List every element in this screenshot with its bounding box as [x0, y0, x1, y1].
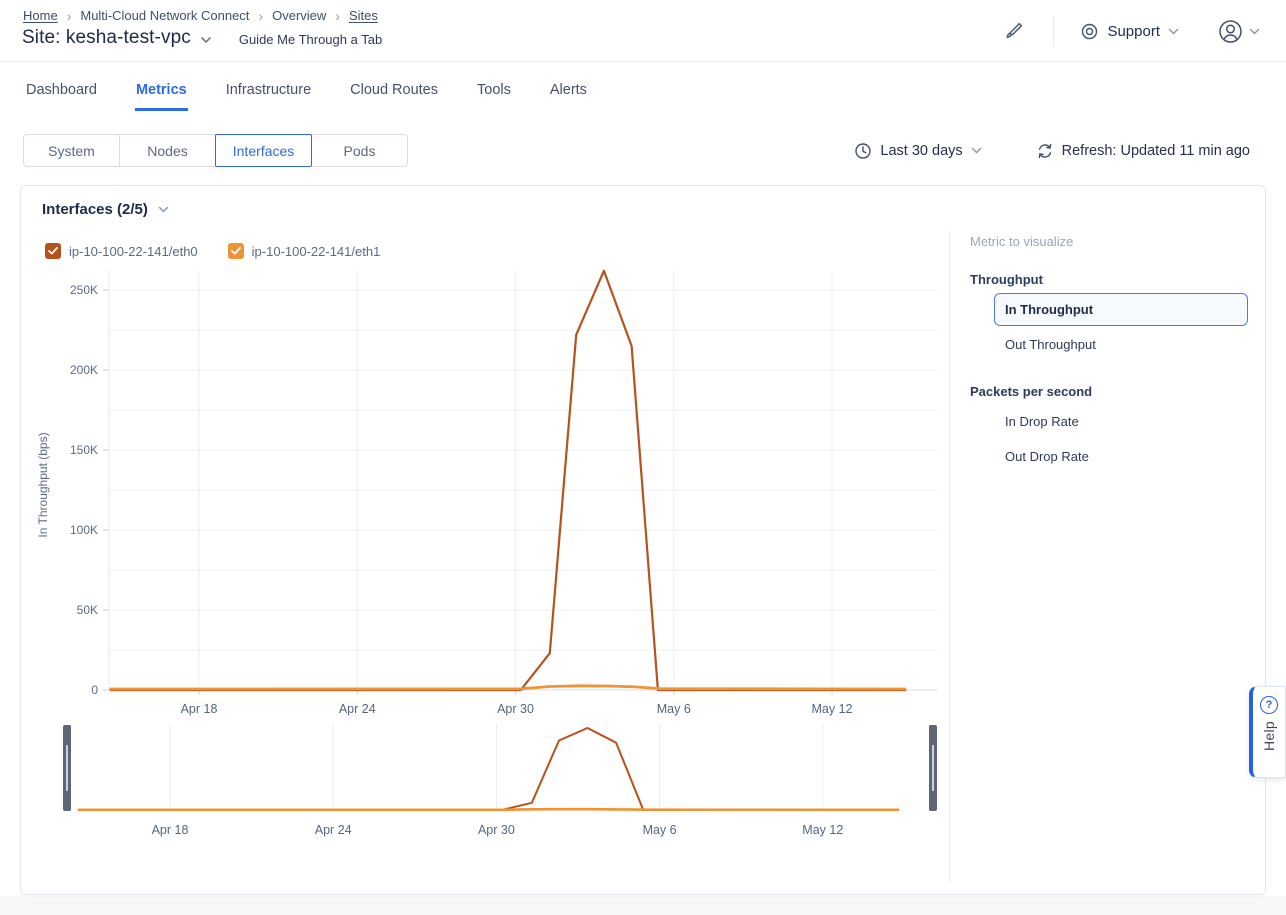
segment-pods[interactable]: Pods — [311, 134, 408, 167]
svg-text:May 6: May 6 — [657, 702, 691, 716]
metric-group-options: In Drop RateOut Drop Rate — [970, 405, 1260, 473]
tab-alerts[interactable]: Alerts — [549, 78, 588, 111]
help-label: Help — [1261, 721, 1277, 751]
tab-cloud-routes[interactable]: Cloud Routes — [349, 78, 439, 111]
account-menu-button[interactable] — [1211, 17, 1266, 46]
support-label: Support — [1107, 23, 1160, 40]
time-range-label: Last 30 days — [880, 143, 962, 159]
svg-text:Apr 24: Apr 24 — [339, 702, 376, 716]
guide-me-link[interactable]: Guide Me Through a Tab — [239, 32, 382, 47]
breadcrumb-item[interactable]: Overview — [272, 8, 326, 23]
svg-text:May 12: May 12 — [812, 702, 853, 716]
svg-text:Apr 18: Apr 18 — [152, 823, 189, 837]
card-title: Interfaces (2/5) — [42, 201, 148, 218]
breadcrumb-separator-icon: › — [258, 9, 263, 23]
overview-series-line-eth0 — [79, 728, 898, 810]
refresh-label: Refresh: Updated 11 min ago — [1062, 143, 1250, 159]
metrics-scope-segmented-control: SystemNodesInterfacesPods — [23, 134, 408, 167]
question-mark-icon: ? — [1260, 696, 1278, 714]
svg-text:50K: 50K — [77, 603, 98, 617]
time-range-chevron-down-icon — [971, 147, 982, 154]
breadcrumb-item[interactable]: Sites — [349, 8, 378, 23]
breadcrumb-separator-icon: › — [67, 9, 72, 23]
time-range-dropdown[interactable]: Last 30 days — [848, 141, 987, 161]
tab-dashboard[interactable]: Dashboard — [25, 78, 98, 111]
metric-option-out-drop-rate[interactable]: Out Drop Rate — [994, 440, 1248, 473]
help-button[interactable]: ? Help — [1249, 686, 1286, 778]
account-chevron-down-icon — [1249, 28, 1260, 35]
metric-option-in-throughput[interactable]: In Throughput — [994, 293, 1248, 326]
segment-interfaces[interactable]: Interfaces — [215, 134, 312, 167]
svg-text:200K: 200K — [70, 363, 98, 377]
legend-checkbox[interactable] — [45, 243, 61, 259]
svg-text:May 12: May 12 — [802, 823, 843, 837]
segment-nodes[interactable]: Nodes — [119, 134, 216, 167]
support-chevron-down-icon — [1168, 28, 1179, 35]
metric-option-out-throughput[interactable]: Out Throughput — [994, 328, 1248, 361]
svg-text:In Throughput (bps): In Throughput (bps) — [36, 432, 50, 537]
legend-checkbox[interactable] — [228, 243, 244, 259]
metric-group-heading: Throughput — [970, 272, 1260, 287]
legend-label: ip-10-100-22-141/eth0 — [69, 244, 198, 259]
metric-group-options: In ThroughputOut Throughput — [970, 293, 1260, 361]
svg-text:Apr 24: Apr 24 — [315, 823, 352, 837]
tab-tools[interactable]: Tools — [476, 78, 512, 111]
svg-text:100K: 100K — [70, 523, 98, 537]
svg-text:250K: 250K — [70, 283, 98, 297]
tab-infrastructure[interactable]: Infrastructure — [225, 78, 312, 111]
svg-text:0: 0 — [91, 683, 98, 697]
breadcrumb-item[interactable]: Multi-Cloud Network Connect — [80, 8, 249, 23]
breadcrumb-item[interactable]: Home — [23, 8, 58, 23]
legend-item[interactable]: ip-10-100-22-141/eth0 — [45, 243, 198, 259]
lifebuoy-icon — [1080, 22, 1099, 41]
legend-label: ip-10-100-22-141/eth1 — [252, 244, 381, 259]
site-selector-chevron-down-icon[interactable] — [200, 36, 212, 44]
clock-icon — [854, 142, 872, 160]
svg-text:150K: 150K — [70, 443, 98, 457]
refresh-button[interactable]: Refresh: Updated 11 min ago — [1030, 141, 1256, 161]
series-line-eth1 — [111, 686, 905, 689]
series-line-eth0 — [111, 271, 905, 690]
metric-option-in-drop-rate[interactable]: In Drop Rate — [994, 405, 1248, 438]
panel-divider — [949, 231, 950, 882]
tab-metrics[interactable]: Metrics — [135, 78, 188, 111]
interfaces-metrics-card: Interfaces (2/5) ip-10-100-22-141/eth0ip… — [20, 185, 1266, 895]
chart-overview-minimap[interactable]: Apr 18 Apr 24 Apr 30 May 6 May 12 — [31, 719, 946, 844]
metric-panel: Metric to visualize Throughput In Through… — [970, 234, 1260, 473]
breadcrumb-separator-icon: › — [335, 9, 340, 23]
page-title: Site: kesha-test-vpc — [22, 27, 191, 49]
svg-text:Apr 18: Apr 18 — [181, 702, 218, 716]
metric-group-heading: Packets per second — [970, 384, 1260, 399]
breadcrumb: Home › Multi-Cloud Network Connect › Overvie… — [23, 8, 378, 23]
refresh-icon — [1036, 142, 1054, 160]
interfaces-section-toggle[interactable]: Interfaces (2/5) — [42, 201, 169, 218]
theme-brush-button[interactable] — [999, 16, 1029, 46]
tab-bar: Dashboard Metrics Infrastructure Cloud Rout… — [25, 78, 588, 111]
segment-system[interactable]: System — [23, 134, 120, 167]
throughput-chart: 0 50K 100K 150K 200K 250K Apr 18 Apr 24 Apr 30 Ma… — [31, 263, 946, 723]
card-chevron-down-icon — [158, 206, 169, 213]
header-divider — [1053, 16, 1054, 46]
svg-text:Apr 30: Apr 30 — [478, 823, 515, 837]
svg-text:May 6: May 6 — [643, 823, 677, 837]
support-menu-button[interactable]: Support — [1074, 21, 1185, 42]
overview-series-line-eth1 — [79, 809, 898, 810]
metric-panel-title: Metric to visualize — [970, 234, 1260, 249]
app-header: Home › Multi-Cloud Network Connect › Overvie… — [0, 0, 1286, 62]
svg-text:Apr 30: Apr 30 — [497, 702, 534, 716]
brush-icon — [1003, 20, 1025, 42]
chart-legend: ip-10-100-22-141/eth0 ip-10-100-22-141/et… — [45, 243, 380, 259]
user-avatar-icon — [1217, 18, 1244, 45]
legend-item[interactable]: ip-10-100-22-141/eth1 — [228, 243, 381, 259]
